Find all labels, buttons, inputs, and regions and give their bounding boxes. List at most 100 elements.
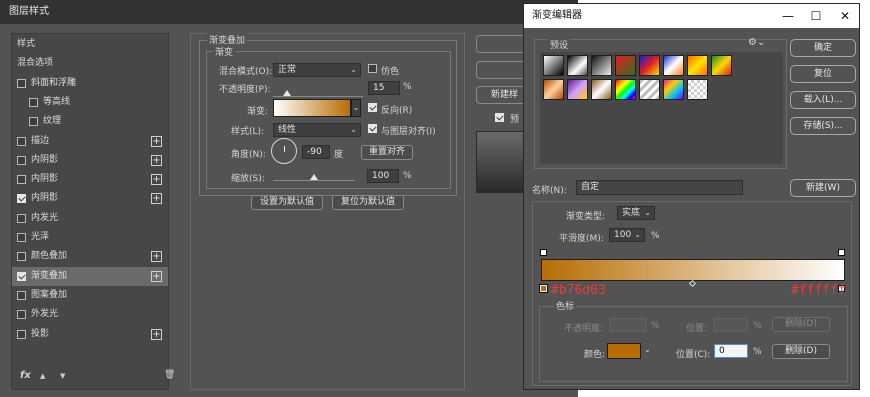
scale-slider-thumb[interactable] — [310, 174, 318, 180]
style-list-item[interactable]: 描边 + — [12, 132, 168, 151]
opacity-slider-thumb[interactable] — [282, 90, 291, 96]
gradient-bar[interactable] — [541, 259, 845, 281]
stop-color-swatch[interactable] — [607, 343, 641, 359]
maximize-icon[interactable]: ☐ — [802, 4, 830, 28]
style-checkbox[interactable] — [29, 97, 38, 107]
style-list-label: 内阴影 — [31, 193, 59, 204]
add-effect-plus-icon[interactable]: + — [151, 174, 162, 186]
angle-input[interactable]: -90 — [302, 145, 330, 159]
style-checkbox[interactable] — [17, 271, 26, 281]
fx-icon[interactable]: fx — [20, 370, 31, 381]
preset-swatch[interactable] — [687, 79, 708, 100]
reset-default-button[interactable]: 复位为默认值 — [332, 195, 404, 210]
style-list-item[interactable]: 图案叠加 — [12, 286, 168, 305]
reverse-checkbox[interactable] — [368, 103, 377, 112]
add-effect-plus-icon[interactable]: + — [151, 328, 162, 340]
style-checkbox[interactable] — [17, 78, 26, 88]
style-list-item[interactable]: 内发光 — [12, 209, 168, 228]
set-default-button[interactable]: 设置为默认值 — [251, 195, 323, 210]
preset-swatch[interactable] — [543, 55, 564, 76]
scale-input[interactable]: 100 — [367, 169, 399, 183]
gradient-preview[interactable] — [273, 99, 351, 117]
gradient-dropdown[interactable]: ⌄ — [351, 99, 361, 117]
style-checkbox[interactable] — [17, 310, 26, 320]
opacity-stop-left[interactable] — [540, 249, 547, 256]
stop-opacity-input[interactable] — [610, 318, 646, 332]
add-effect-plus-icon[interactable]: + — [151, 193, 162, 205]
preset-swatch[interactable] — [663, 79, 684, 100]
style-list-item[interactable]: 等高线 — [12, 93, 168, 112]
dither-checkbox[interactable] — [368, 64, 377, 73]
color-delete-button[interactable]: 删除(D) — [772, 344, 830, 359]
style-list-item[interactable]: 内阴影 + — [12, 189, 168, 208]
style-list-item[interactable]: 渐变叠加 + — [12, 266, 168, 286]
preset-swatch[interactable] — [567, 79, 588, 100]
style-list-item[interactable]: 光泽 — [12, 228, 168, 247]
opacity-stop-right[interactable] — [838, 249, 845, 256]
arrow-down-icon[interactable]: ▼ — [60, 372, 65, 380]
gear-icon[interactable]: ⚙⌄ — [748, 37, 765, 48]
style-list-item[interactable]: 外发光 — [12, 305, 168, 324]
add-effect-plus-icon[interactable]: + — [151, 251, 162, 263]
minimize-icon[interactable]: — — [774, 4, 802, 28]
style-checkbox[interactable] — [17, 290, 26, 300]
align-checkbox[interactable] — [368, 124, 377, 133]
preset-swatch[interactable] — [687, 55, 708, 76]
style-list-item[interactable]: 内阴影 + — [12, 170, 168, 189]
preview-checkbox[interactable] — [495, 113, 504, 122]
arrow-up-icon[interactable]: ▲ — [40, 372, 45, 380]
style-checkbox[interactable] — [17, 194, 26, 204]
load-button[interactable]: 载入(L)... — [790, 91, 856, 109]
ge-reset-button[interactable]: 复位 — [790, 65, 856, 83]
blend-mode-select[interactable]: 正常 ⌄ — [273, 63, 361, 77]
new-gradient-button[interactable]: 新建(W) — [790, 179, 856, 197]
color-location-input[interactable]: 0 — [714, 344, 748, 358]
color-stop-left[interactable] — [539, 284, 548, 293]
scale-slider[interactable] — [273, 180, 355, 181]
opacity-location-input[interactable] — [714, 318, 748, 332]
style-list-item[interactable]: 内阴影 + — [12, 151, 168, 170]
angle-dial[interactable] — [271, 138, 297, 164]
ge-ok-button[interactable]: 确定 — [790, 39, 856, 57]
style-checkbox[interactable] — [17, 155, 26, 165]
trash-icon[interactable]: 🗑 — [164, 370, 175, 380]
add-effect-plus-icon[interactable]: + — [151, 154, 162, 166]
chevron-down-icon[interactable]: ⌄ — [644, 345, 651, 354]
style-list-item[interactable]: 样式 — [12, 35, 168, 54]
save-button[interactable]: 存储(S)... — [790, 117, 856, 135]
preset-swatch[interactable] — [663, 55, 684, 76]
style-list-item[interactable]: 纹理 — [12, 112, 168, 131]
name-input[interactable]: 自定 — [576, 180, 743, 195]
style-checkbox[interactable] — [17, 252, 26, 262]
preset-swatch[interactable] — [591, 79, 612, 100]
gradient-type-select[interactable]: 实底 ⌄ — [617, 206, 655, 220]
style-checkbox[interactable] — [17, 136, 26, 146]
close-icon[interactable]: ✕ — [831, 4, 859, 28]
style-list-item[interactable]: 投影 + — [12, 325, 168, 344]
reset-alignment-button[interactable]: 重置对齐 — [361, 145, 413, 160]
style-checkbox[interactable] — [17, 213, 26, 223]
style-list-item[interactable]: 斜面和浮雕 — [12, 74, 168, 93]
preset-swatch[interactable] — [615, 55, 636, 76]
opacity-slider[interactable] — [273, 96, 363, 97]
style-checkbox[interactable] — [17, 329, 26, 339]
preset-swatch[interactable] — [567, 55, 588, 76]
add-effect-plus-icon[interactable]: + — [151, 270, 162, 282]
opacity-input[interactable]: 15 — [368, 81, 400, 95]
smoothness-select[interactable]: 100 ⌄ — [609, 228, 645, 242]
style-list-item[interactable]: 混合选项 — [12, 54, 168, 73]
style-checkbox[interactable] — [29, 117, 38, 127]
preset-swatch[interactable] — [639, 55, 660, 76]
preset-swatch[interactable] — [591, 55, 612, 76]
preset-swatch[interactable] — [711, 55, 732, 76]
preset-swatch[interactable] — [543, 79, 564, 100]
preset-swatch[interactable] — [639, 79, 660, 100]
preset-swatch[interactable] — [615, 79, 636, 100]
style-list-item[interactable]: 颜色叠加 + — [12, 247, 168, 266]
style-select[interactable]: 线性 ⌄ — [273, 123, 361, 137]
style-checkbox[interactable] — [17, 175, 26, 185]
add-effect-plus-icon[interactable]: + — [151, 135, 162, 147]
opacity-delete-button[interactable]: 删除(D) — [772, 317, 830, 332]
stops-group-label: 色标 — [554, 299, 577, 312]
style-checkbox[interactable] — [17, 233, 26, 242]
